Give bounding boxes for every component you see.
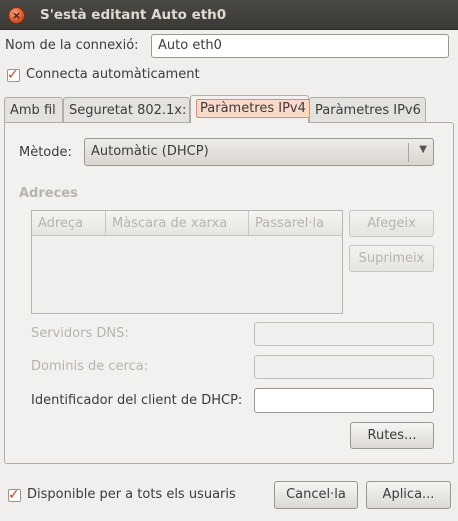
- window-title: S'està editant Auto eth0: [40, 7, 227, 23]
- dns-servers-field[interactable]: [254, 322, 434, 346]
- tab-ipv4-settings[interactable]: Paràmetres IPv4: [190, 95, 310, 123]
- dropdown-separator: [408, 143, 409, 162]
- auto-connect-checkbox[interactable]: ✓: [7, 67, 20, 83]
- available-all-users-checkbox[interactable]: ✓: [8, 487, 21, 503]
- chevron-down-icon: ▼: [419, 144, 427, 155]
- title-bar: × S'està editant Auto eth0: [0, 0, 458, 30]
- method-value: Automàtic (DHCP): [91, 144, 209, 159]
- dhcp-client-id-field[interactable]: [254, 388, 434, 413]
- addresses-title: Adreces: [19, 186, 78, 201]
- cancel-button[interactable]: Cancel·la: [274, 481, 358, 509]
- checkmark-icon: ✓: [8, 487, 20, 503]
- connection-name-field[interactable]: Auto eth0: [151, 34, 449, 58]
- available-all-users-label: Disponible per a tots els usuaris: [27, 487, 236, 502]
- search-domains-label: Dominis de cerca:: [31, 359, 149, 374]
- tab-security[interactable]: Seguretat 802.1x:: [63, 97, 190, 123]
- tab-security-label: Seguretat 802.1x:: [69, 103, 187, 118]
- checkmark-icon: ✓: [7, 67, 19, 83]
- routes-button[interactable]: Rutes...: [350, 422, 434, 449]
- tab-ipv6-settings[interactable]: Paràmetres IPv6: [309, 97, 426, 123]
- connection-name-label: Nom de la connexió:: [5, 38, 139, 53]
- tab-ipv4-label: Paràmetres IPv4: [196, 99, 310, 118]
- dhcp-client-id-label: Identificador del client de DHCP:: [31, 393, 243, 408]
- column-gateway[interactable]: Passarel·la: [249, 211, 342, 236]
- tab-wired-label: Amb fil: [10, 103, 56, 118]
- addresses-table-header: Adreça Màscara de xarxa Passarel·la: [32, 211, 342, 236]
- column-address[interactable]: Adreça: [32, 211, 106, 236]
- method-label: Mètode:: [19, 145, 72, 160]
- tab-ipv6-label: Paràmetres IPv6: [315, 103, 421, 118]
- dns-servers-label: Servidors DNS:: [31, 326, 129, 341]
- apply-button[interactable]: Aplica...: [366, 481, 451, 509]
- column-netmask[interactable]: Màscara de xarxa: [106, 211, 249, 236]
- remove-address-button[interactable]: Suprimeix: [349, 245, 434, 272]
- search-domains-field[interactable]: [254, 355, 434, 379]
- edit-connection-dialog: × S'està editant Auto eth0 Nom de la con…: [0, 0, 458, 521]
- close-icon[interactable]: ×: [8, 7, 25, 24]
- addresses-table[interactable]: Adreça Màscara de xarxa Passarel·la: [31, 210, 343, 314]
- auto-connect-label: Connecta automàticament: [26, 67, 200, 82]
- add-address-button[interactable]: Afegeix: [349, 210, 434, 237]
- method-dropdown[interactable]: Automàtic (DHCP) ▼: [84, 138, 434, 166]
- tab-wired[interactable]: Amb fil: [4, 97, 63, 123]
